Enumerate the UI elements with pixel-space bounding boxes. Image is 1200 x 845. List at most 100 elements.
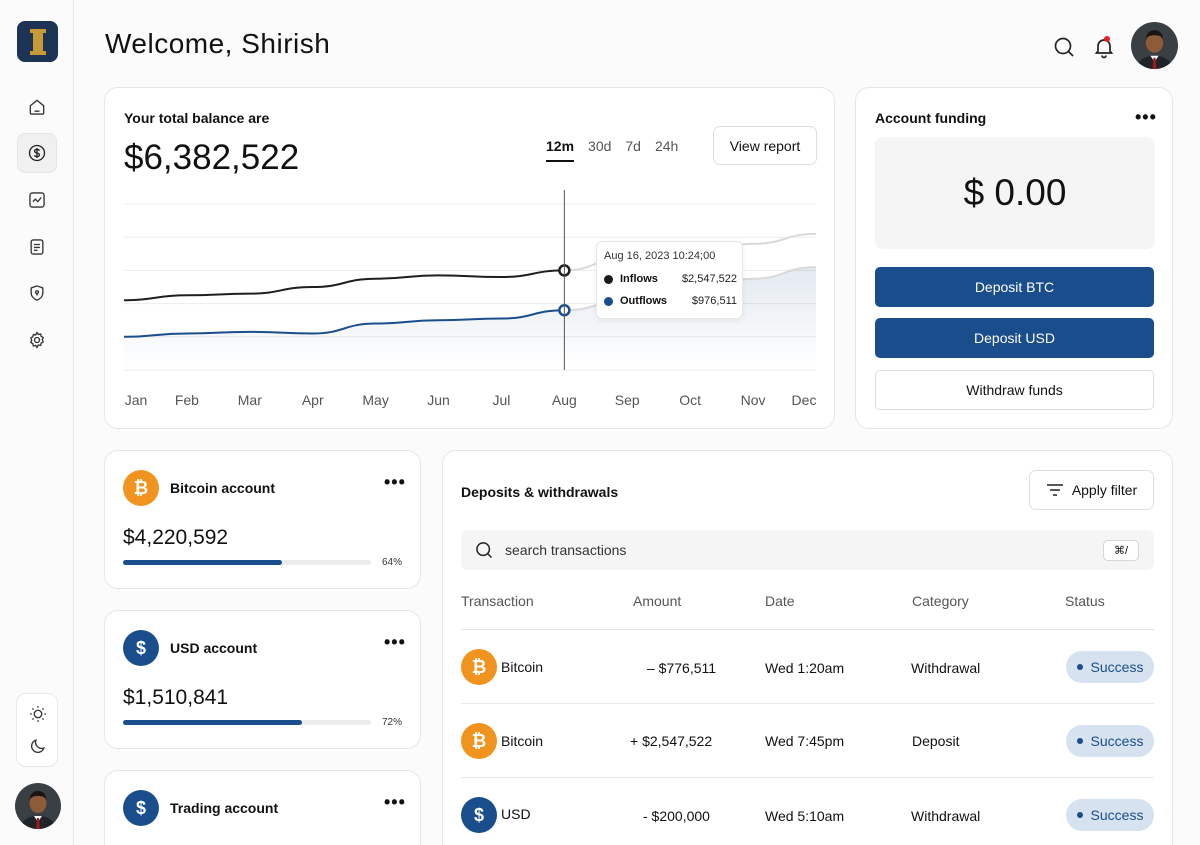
sidebar — [0, 0, 74, 845]
shield-icon — [30, 285, 44, 301]
account-more-icon[interactable]: ••• — [384, 473, 406, 491]
transaction-amount: – $776,511 — [647, 660, 717, 676]
status-label: Success — [1090, 733, 1144, 749]
search-icon — [476, 542, 493, 559]
x-tick-label: May — [362, 392, 389, 408]
chart-tooltip: Aug 16, 2023 10:24;00 Inflows $2,547,522… — [596, 241, 743, 319]
bitcoin-account-card[interactable]: ₿ Bitcoin account ••• $4,220,592 64% — [104, 450, 421, 589]
home-icon — [29, 99, 45, 115]
account-name: USD account — [170, 640, 258, 656]
usd-account-card[interactable]: $ USD account ••• $1,510,841 72% — [104, 610, 421, 749]
table-row[interactable]: ₿ Bitcoin + $2,547,522 Wed 7:45pm Deposi… — [461, 704, 1154, 778]
status-dot — [1076, 812, 1083, 818]
transaction-date: Wed 7:45pm — [765, 733, 845, 749]
funding-title: Account funding — [875, 110, 987, 126]
document-icon — [30, 239, 44, 255]
bitcoin-icon: ₿ — [461, 649, 497, 685]
search-button[interactable] — [1052, 35, 1076, 59]
sidebar-avatar[interactable] — [15, 783, 61, 829]
status-badge: Success — [1066, 651, 1154, 683]
trading-account-card[interactable]: $ Trading account ••• — [104, 770, 421, 845]
logo-mark — [29, 28, 46, 55]
search-bar: ⌘/ — [461, 530, 1154, 570]
column-amount[interactable]: Amount — [633, 593, 681, 609]
transactions-title: Deposits & withdrawals — [461, 484, 619, 500]
x-tick-label: Jul — [492, 392, 511, 408]
balance-amount: $6,382,522 — [124, 138, 300, 177]
transaction-amount: - $200,000 — [643, 808, 710, 824]
deposit-usd-button[interactable]: Deposit USD — [875, 318, 1154, 358]
balance-label: Your total balance are — [124, 110, 270, 126]
nav-wallet[interactable] — [17, 133, 57, 173]
transactions-card: Deposits & withdrawals Apply filter ⌘/ T… — [442, 450, 1173, 845]
bitcoin-icon: ₿ — [123, 470, 159, 506]
table-row[interactable]: ₿ Bitcoin – $776,511 Wed 1:20am Withdraw… — [461, 630, 1154, 704]
dollar-icon: $ — [123, 630, 159, 666]
status-dot — [1076, 738, 1083, 744]
account-progress — [123, 560, 371, 565]
account-more-icon[interactable]: ••• — [384, 793, 406, 811]
status-badge: Success — [1066, 799, 1154, 831]
inflows-line — [123, 269, 565, 302]
nav-home[interactable] — [17, 87, 57, 127]
app-logo[interactable] — [17, 21, 58, 62]
nav-settings[interactable] — [17, 320, 57, 360]
account-name: Bitcoin account — [170, 480, 276, 496]
apply-filter-button[interactable]: Apply filter — [1029, 470, 1154, 510]
funding-amount: $ 0.00 — [875, 137, 1155, 249]
tooltip-outflows-label: Outflows — [620, 295, 668, 307]
keyboard-shortcut: ⌘/ — [1103, 540, 1139, 561]
nav-documents[interactable] — [17, 227, 57, 267]
transaction-date: Wed 5:10am — [765, 808, 845, 824]
column-date[interactable]: Date — [765, 593, 795, 609]
search-input[interactable] — [505, 530, 1065, 570]
page-title: Welcome, Shirish — [105, 28, 331, 59]
light-mode-button[interactable] — [27, 703, 49, 725]
account-more-icon[interactable]: ••• — [384, 633, 406, 651]
tooltip-inflows-label: Inflows — [620, 273, 658, 285]
notification-dot — [1104, 36, 1110, 42]
account-balance: $4,220,592 — [123, 526, 229, 549]
tab-30d[interactable]: 30d — [588, 138, 611, 162]
funding-more-icon[interactable]: ••• — [1135, 108, 1157, 126]
avatar-image — [15, 783, 61, 829]
x-tick-label: Dec — [791, 392, 817, 408]
account-progress-fill — [123, 720, 302, 725]
x-tick-label: Apr — [301, 392, 324, 408]
account-progress-fill — [123, 560, 282, 565]
nav-analytics[interactable] — [17, 180, 57, 220]
tab-24h[interactable]: 24h — [655, 138, 678, 162]
status-dot — [1076, 664, 1083, 670]
deposit-btc-button[interactable]: Deposit BTC — [875, 267, 1154, 307]
account-percent: 64% — [382, 557, 403, 568]
tab-12m[interactable]: 12m — [546, 138, 575, 162]
transaction-name: USD — [501, 806, 531, 822]
status-label: Success — [1090, 659, 1144, 675]
nav-security[interactable] — [17, 273, 57, 313]
tab-7d[interactable]: 7d — [625, 138, 641, 162]
gear-icon — [30, 331, 44, 349]
transaction-date: Wed 1:20am — [765, 660, 845, 676]
transaction-amount: + $2,547,522 — [630, 733, 713, 749]
x-tick-label: Aug — [551, 392, 577, 408]
column-category[interactable]: Category — [912, 593, 969, 609]
status-badge: Success — [1066, 725, 1154, 757]
view-report-button[interactable]: View report — [713, 126, 817, 165]
x-tick-label: Jun — [427, 392, 450, 408]
table-row[interactable]: $ USD - $200,000 Wed 5:10am Withdrawal S… — [461, 778, 1154, 845]
sun-icon — [30, 706, 46, 722]
withdraw-button[interactable]: Withdraw funds — [875, 370, 1154, 410]
column-transaction[interactable]: Transaction — [461, 593, 534, 609]
range-tabs: 12m 30d 7d 24h — [546, 138, 678, 162]
inflows-dot — [604, 274, 613, 284]
theme-switch — [16, 693, 58, 767]
x-tick-label: Mar — [237, 392, 262, 408]
dark-mode-button[interactable] — [27, 735, 49, 757]
user-avatar[interactable] — [1131, 22, 1178, 69]
column-status[interactable]: Status — [1065, 593, 1105, 609]
x-tick-label: Jan — [124, 392, 148, 408]
account-funding-card: Account funding ••• $ 0.00 Deposit BTC D… — [855, 87, 1173, 429]
account-balance: $1,510,841 — [123, 686, 229, 709]
filter-icon — [1046, 484, 1063, 496]
tooltip-row-inflows: Inflows $2,547,522 — [604, 273, 737, 285]
